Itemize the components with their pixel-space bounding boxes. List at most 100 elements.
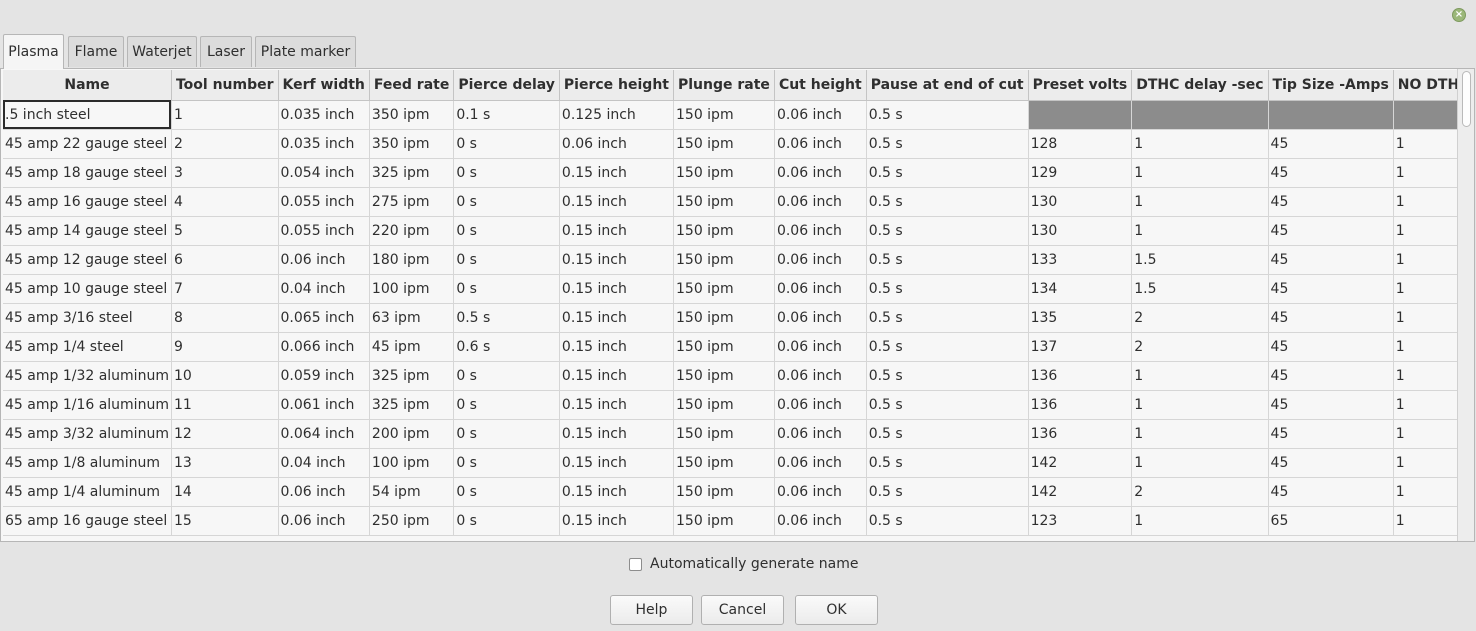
table-cell[interactable]: 2 [171,129,279,159]
table-cell[interactable]: 0.064 inch [278,419,370,449]
table-row[interactable]: 45 amp 1/4 aluminum 14 0.06 inch 54 ipm 0 s0… [3,477,1474,507]
table-cell[interactable]: 45 amp 3/32 aluminum [3,419,172,449]
table-cell[interactable]: 0.5 s [866,129,1029,159]
table-cell[interactable]: 45 amp 1/4 steel [3,332,172,362]
table-cell[interactable]: 45 [1268,361,1394,391]
table-cell[interactable]: 0.06 inch [774,361,867,391]
help-button[interactable]: Help [610,595,693,625]
table-cell[interactable]: 0.5 s [866,303,1029,333]
table-cell[interactable]: 0.15 inch [559,274,675,304]
table-row[interactable]: .5 inch steel 1 0.035 inch 350 ipm 0.1 s 0.12… [3,100,1474,130]
table-cell[interactable]: 150 ipm [673,361,775,391]
tab-plate-marker[interactable]: Plate marker [255,36,356,67]
table-cell[interactable]: 45 [1268,274,1394,304]
column-header[interactable]: Pierce delay [453,70,560,101]
table-cell[interactable]: 0.5 s [866,245,1029,275]
table-cell[interactable]: 0.035 inch [278,100,370,130]
table-cell[interactable]: 275 ipm [369,187,455,217]
table-cell[interactable]: 0.06 inch [774,448,867,478]
table-cell[interactable]: 0.035 inch [278,129,370,159]
table-cell[interactable]: 0.04 inch [278,448,370,478]
column-header[interactable]: Plunge rate [673,70,775,101]
table-cell[interactable]: 1 [1131,506,1269,536]
table-cell[interactable] [1131,100,1269,130]
table-cell[interactable]: 0.5 s [866,274,1029,304]
table-cell[interactable]: 1 [171,100,279,130]
table-cell[interactable]: 0.15 inch [559,390,675,420]
table-cell[interactable]: 45 amp 1/4 aluminum [3,477,172,507]
table-row[interactable]: 45 amp 1/32 aluminum 10 0.059 inch 325 ipm 0… [3,361,1474,391]
table-cell[interactable]: 65 [1268,506,1394,536]
table-row[interactable]: 65 amp 16 gauge steel 15 0.06 inch 250 ipm 0… [3,506,1474,536]
table-row[interactable]: 45 amp 16 gauge steel 4 0.055 inch 275 ipm 0… [3,187,1474,217]
table-cell[interactable]: 45 [1268,448,1394,478]
tab-plasma[interactable]: Plasma [3,34,64,69]
table-cell[interactable]: 150 ipm [673,187,775,217]
table-cell[interactable]: 0.5 s [866,448,1029,478]
table-cell[interactable]: 100 ipm [369,274,455,304]
table-cell[interactable]: 0.06 inch [278,245,370,275]
table-cell[interactable]: 0 s [453,216,560,246]
table-cell[interactable]: 1 [1131,361,1269,391]
table-cell[interactable]: 0.054 inch [278,158,370,188]
table-row[interactable]: 45 amp 3/32 aluminum 12 0.064 inch 200 ipm 0… [3,419,1474,449]
table-cell[interactable]: 14 [171,477,279,507]
table-cell[interactable]: 137 [1028,332,1133,362]
column-header[interactable]: Tool number [171,70,279,101]
table-cell[interactable]: 45 [1268,129,1394,159]
column-header[interactable]: Pause at end of cut [866,70,1029,101]
table-cell[interactable]: 0.15 inch [559,419,675,449]
column-header[interactable]: Tip Size -Amps [1268,70,1394,101]
table-cell[interactable]: 3 [171,158,279,188]
table-cell[interactable]: 12 [171,419,279,449]
table-cell[interactable]: 0.15 inch [559,187,675,217]
table-cell[interactable]: 45 ipm [369,332,455,362]
table-cell[interactable]: 1.5 [1131,274,1269,304]
table-cell[interactable]: 0.06 inch [559,129,675,159]
table-cell[interactable]: 2 [1131,303,1269,333]
table-cell[interactable]: 1 [1131,187,1269,217]
table-cell[interactable]: 0 s [453,245,560,275]
table-cell[interactable]: 133 [1028,245,1133,275]
table-cell[interactable]: 13 [171,448,279,478]
table-cell[interactable]: 180 ipm [369,245,455,275]
table-cell[interactable]: 0 s [453,390,560,420]
table-cell[interactable]: 350 ipm [369,100,455,130]
tab-flame[interactable]: Flame [68,36,124,67]
vertical-scrollbar[interactable] [1457,69,1474,541]
column-header[interactable]: DTHC delay -sec [1131,70,1269,101]
table-cell[interactable]: 45 amp 1/8 aluminum [3,448,172,478]
table-cell[interactable]: 0.06 inch [774,506,867,536]
table-cell[interactable]: 0.06 inch [774,187,867,217]
table-cell[interactable]: 0.5 s [866,100,1029,130]
table-cell[interactable]: 0.06 inch [774,274,867,304]
table-cell[interactable]: 63 ipm [369,303,455,333]
table-cell[interactable]: 142 [1028,448,1133,478]
table-cell[interactable]: 134 [1028,274,1133,304]
table-cell[interactable]: 45 amp 10 gauge steel [3,274,172,304]
table-cell[interactable]: 45 amp 3/16 steel [3,303,172,333]
table-cell[interactable]: 0.6 s [453,332,560,362]
table-cell[interactable]: 150 ipm [673,100,775,130]
table-cell[interactable]: 45 amp 12 gauge steel [3,245,172,275]
close-icon[interactable]: × [1452,8,1466,22]
table-cell[interactable]: 0 s [453,187,560,217]
table-cell[interactable]: 220 ipm [369,216,455,246]
auto-generate-name-checkbox[interactable] [629,557,642,571]
table-cell[interactable]: 0 s [453,274,560,304]
table-cell[interactable]: 11 [171,390,279,420]
table-cell[interactable] [1268,100,1394,130]
auto-generate-name-option[interactable]: Automatically generate name [629,556,858,572]
column-header[interactable]: Preset volts [1028,70,1133,101]
table-cell[interactable]: 136 [1028,390,1133,420]
table-cell[interactable]: 150 ipm [673,477,775,507]
table-cell[interactable]: 0.06 inch [774,216,867,246]
table-cell[interactable]: 150 ipm [673,390,775,420]
table-cell[interactable]: 142 [1028,477,1133,507]
table-cell[interactable]: 45 [1268,216,1394,246]
cancel-button[interactable]: Cancel [701,595,784,625]
table-cell[interactable]: 6 [171,245,279,275]
table-cell[interactable]: 0.06 inch [774,158,867,188]
table-cell[interactable]: 8 [171,303,279,333]
table-cell[interactable]: 250 ipm [369,506,455,536]
